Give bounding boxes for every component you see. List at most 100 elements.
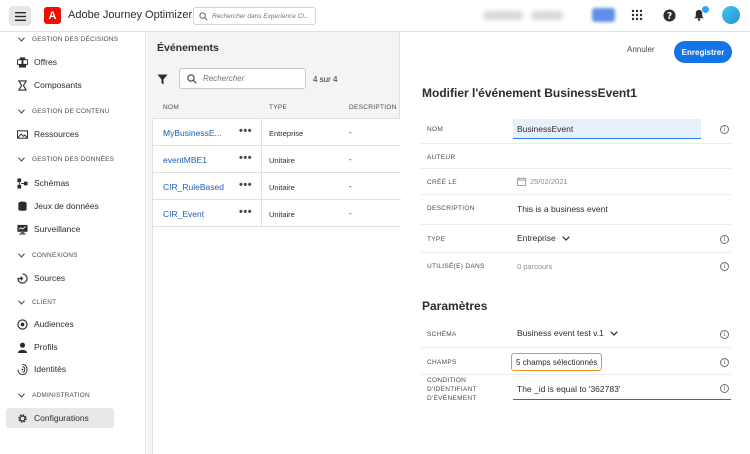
filter-icon[interactable]	[157, 74, 168, 85]
table-row[interactable]: MyBusinessE... ••• Entreprise -	[153, 119, 405, 146]
sidebar-item-profils[interactable]: Profils	[6, 337, 114, 357]
field-label-line: D'IDENTIFIANT	[427, 386, 477, 393]
section-connections[interactable]: CONNEXIONS	[18, 252, 78, 259]
sidebar-item-surveillance[interactable]: Surveillance	[6, 219, 114, 239]
chevron-down-icon	[18, 37, 25, 42]
svg-text:?: ?	[666, 10, 671, 21]
input-focus-underline	[513, 399, 731, 400]
section-content-management[interactable]: GESTION DE CONTENU	[18, 108, 110, 115]
info-icon[interactable]: i	[720, 262, 729, 271]
user-avatar[interactable]	[722, 6, 740, 24]
sidebar-item-jeux-de-donnees[interactable]: Jeux de données	[6, 196, 114, 216]
info-icon[interactable]: i	[720, 125, 729, 134]
more-actions-icon[interactable]: •••	[239, 152, 252, 164]
events-search[interactable]	[179, 68, 306, 89]
column-divider	[261, 200, 262, 227]
sidebar-item-sources[interactable]: Sources	[6, 268, 114, 288]
info-icon[interactable]: i	[720, 358, 729, 367]
parameters-heading: Paramètres	[422, 299, 488, 313]
sidebar-item-audiences[interactable]: Audiences	[6, 314, 114, 334]
event-name-link[interactable]: CIR_Event	[163, 209, 204, 219]
more-actions-icon[interactable]: •••	[239, 179, 252, 191]
info-icon[interactable]: i	[720, 235, 729, 244]
column-header-nom[interactable]: NOM	[163, 104, 179, 111]
section-administration[interactable]: ADMINISTRATION	[18, 392, 90, 399]
description-value[interactable]: This is a business event	[517, 204, 608, 214]
results-count: 4 sur 4	[313, 75, 338, 84]
type-dropdown-value: Entreprise	[517, 233, 556, 243]
global-search-input[interactable]	[212, 12, 315, 20]
notification-badge	[701, 5, 710, 14]
section-decision-management[interactable]: GESTION DES DÉCISIONS	[18, 36, 118, 43]
events-title: Événements	[157, 42, 219, 54]
menu-icon	[14, 11, 26, 21]
column-header-description[interactable]: DESCRIPTION	[349, 104, 397, 111]
event-name-link[interactable]: CIR_RuleBased	[163, 182, 224, 192]
event-description: -	[349, 182, 352, 191]
sidebar-item-offres[interactable]: Offres	[6, 52, 114, 72]
field-nom: NOM BusinessEvent i	[421, 114, 731, 144]
database-icon	[18, 200, 27, 211]
event-id-condition-input[interactable]: The _id is equal to '362783'	[517, 384, 620, 394]
table-row[interactable]: CIR_Event ••• Unitaire -	[153, 200, 405, 227]
column-divider	[261, 173, 262, 200]
info-icon[interactable]: i	[720, 384, 729, 393]
help-icon[interactable]: ?	[662, 8, 676, 22]
monitor-icon	[17, 224, 28, 235]
org-switcher-blurred[interactable]	[483, 11, 523, 20]
environment-badge-blurred[interactable]	[592, 8, 615, 22]
info-icon[interactable]: i	[720, 330, 729, 339]
audiences-icon	[17, 318, 28, 330]
sidebar-item-configurations[interactable]: Configurations	[6, 408, 114, 428]
section-data-management[interactable]: GESTION DES DONNÉES	[18, 156, 114, 163]
type-dropdown[interactable]: Entreprise	[517, 233, 570, 243]
sidebar-item-schemas[interactable]: Schémas	[6, 173, 114, 193]
apps-grid-icon[interactable]	[630, 8, 644, 22]
chevron-down-icon	[18, 300, 25, 305]
adobe-logo-icon[interactable]: A	[44, 7, 61, 24]
field-utilise-dans: UTILISÉ(E) DANS 0 parcours i	[421, 253, 731, 281]
menu-button[interactable]	[9, 6, 31, 26]
profile-icon	[17, 342, 28, 353]
column-divider	[261, 119, 262, 146]
sidebar-item-identites[interactable]: Identités	[6, 359, 114, 379]
name-input[interactable]: BusinessEvent	[513, 119, 701, 139]
field-auteur: AUTEUR	[421, 144, 731, 169]
event-description: -	[349, 209, 352, 218]
more-actions-icon[interactable]: •••	[239, 206, 252, 218]
field-label: UTILISÉ(E) DANS	[427, 263, 485, 270]
section-customer[interactable]: CLIENT	[18, 299, 56, 306]
column-divider	[261, 146, 262, 173]
sandbox-switcher-blurred[interactable]	[531, 11, 563, 20]
identity-icon	[17, 363, 28, 375]
sidebar-item-composants[interactable]: Composants	[6, 75, 114, 95]
event-detail-panel: Annuler Enregistrer Modifier l'événement…	[401, 32, 750, 454]
table-row[interactable]: CIR_RuleBased ••• Unitaire -	[153, 173, 405, 200]
field-label-line: CONDITION	[427, 377, 467, 384]
assets-icon	[17, 129, 28, 139]
selected-fields-link[interactable]: 5 champs sélectionnés	[511, 353, 603, 371]
search-icon	[199, 11, 208, 21]
chevron-down-icon	[18, 253, 25, 258]
global-search[interactable]	[193, 7, 316, 25]
save-button[interactable]: Enregistrer	[674, 41, 732, 63]
more-actions-icon[interactable]: •••	[239, 125, 252, 137]
event-name-link[interactable]: MyBusinessE...	[163, 128, 222, 138]
events-search-input[interactable]	[203, 74, 303, 83]
column-header-type[interactable]: TYPE	[269, 104, 287, 111]
field-type: TYPE Entreprise i	[421, 225, 731, 253]
created-date-value: 25/02/2021	[530, 177, 568, 186]
table-row[interactable]: eventMBE1 ••• Unitaire -	[153, 146, 405, 173]
field-schema: SCHÉMA Business event test v.1 i	[421, 320, 731, 348]
schema-dropdown[interactable]: Business event test v.1	[517, 328, 618, 338]
event-name-link[interactable]: eventMBE1	[163, 155, 207, 165]
field-label: CONDITION D'IDENTIFIANT D'ÉVÉNEMENT	[427, 376, 477, 403]
sidebar-item-ressources[interactable]: Ressources	[6, 124, 114, 144]
field-label: CHAMPS	[427, 359, 457, 366]
chevron-down-icon	[18, 109, 25, 114]
cancel-button[interactable]: Annuler	[627, 45, 655, 54]
field-label: CRÉÉ LE	[427, 179, 457, 186]
events-table: MyBusinessE... ••• Entreprise - eventMBE…	[152, 118, 405, 454]
settings-icon	[18, 413, 27, 423]
field-label: NOM	[427, 126, 444, 133]
